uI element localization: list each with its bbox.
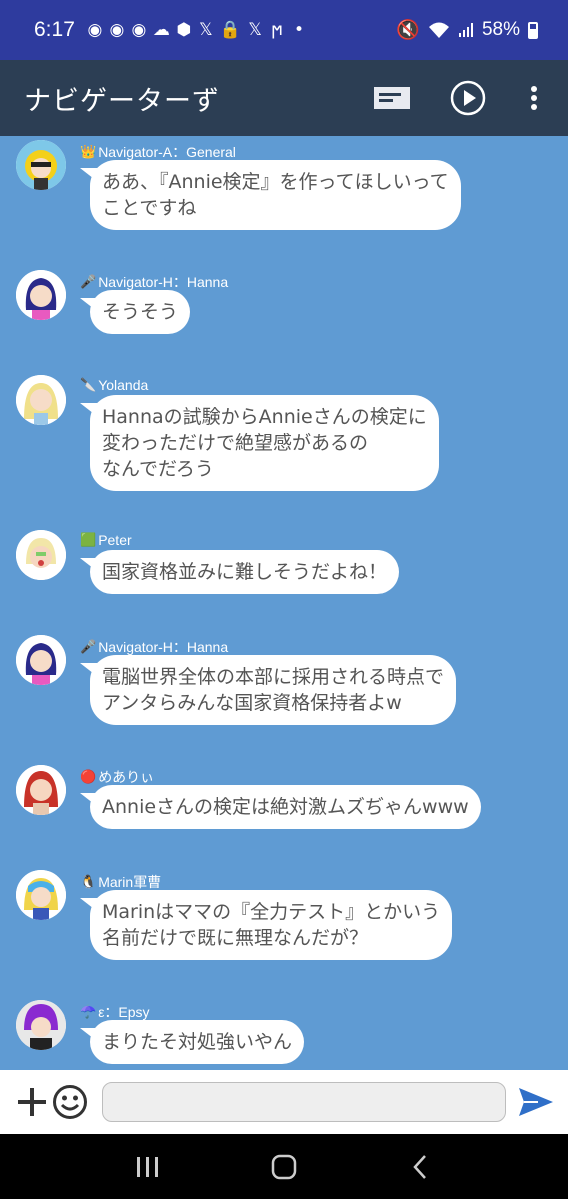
wifi-icon xyxy=(428,22,449,38)
navigator-h-avatar[interactable] xyxy=(16,635,66,685)
epsy-avatar[interactable] xyxy=(16,1000,66,1050)
sender-name: 🎤 Navigator-H：Hanna xyxy=(80,274,229,290)
misskey-icon: ϻ xyxy=(271,20,283,40)
sender-name: ☂️ ε：Epsy xyxy=(80,1004,150,1020)
recents-button[interactable] xyxy=(128,1147,168,1187)
system-nav-bar xyxy=(0,1134,568,1199)
notes-button[interactable] xyxy=(372,78,412,118)
dot-icon: • xyxy=(294,20,305,40)
meari-avatar[interactable] xyxy=(16,765,66,815)
play-button[interactable] xyxy=(448,78,488,118)
discord-icon: ◉ xyxy=(109,20,125,40)
plus-icon xyxy=(18,1088,46,1116)
discord-icon: ◉ xyxy=(87,20,103,40)
attach-button[interactable] xyxy=(14,1082,50,1122)
sender-name: 🟩 Peter xyxy=(80,532,132,548)
more-vert-icon xyxy=(531,86,537,110)
box-icon: ⬢ xyxy=(176,20,192,40)
notes-icon xyxy=(374,87,410,109)
status-bar: 6:17 ◉ ◉ ◉ ☁ ⬢ 𝕏 🔒 𝕏 ϻ • 🔇 58% xyxy=(0,0,568,60)
signal-icon xyxy=(458,23,473,37)
battery-icon xyxy=(528,21,538,39)
navigator-a-avatar[interactable] xyxy=(16,140,66,190)
home-icon xyxy=(271,1154,297,1179)
sender-name: 🔪 Yolanda xyxy=(80,377,149,393)
play-icon xyxy=(450,80,486,116)
mute-icon: 🔇 xyxy=(396,20,420,41)
message-bubble[interactable]: ああ、『Annie検定』を作ってほしいって ことですね xyxy=(90,160,461,230)
discord-icon: ◉ xyxy=(131,20,147,40)
x-icon: 𝕏 xyxy=(248,20,262,40)
message-bubble[interactable]: Marinはママの『全力テスト』とかいう 名前だけで既に無理なんだが？ xyxy=(90,890,453,960)
sender-name: 🎤 Navigator-H：Hanna xyxy=(80,639,229,655)
sender-name: 🐧 Marin軍曹 xyxy=(80,874,162,890)
smiley-icon xyxy=(53,1085,87,1119)
message-bubble[interactable]: Hannaの試験からAnnieさんの検定に 変わっただけで絶望感があるの なんで… xyxy=(90,395,439,491)
back-icon xyxy=(413,1154,426,1179)
composer-bar xyxy=(0,1070,568,1134)
navigator-h-avatar[interactable] xyxy=(16,270,66,320)
lock-icon: 🔒 xyxy=(219,20,242,40)
x-icon: 𝕏 xyxy=(199,20,213,40)
recents-icon xyxy=(137,1156,158,1177)
send-button[interactable] xyxy=(516,1082,556,1122)
sender-name: 👑 Navigator-A：General xyxy=(80,144,236,160)
message-bubble[interactable]: Annieさんの検定は絶対激ムズぢゃんwww xyxy=(90,785,481,829)
battery-percent: 58% xyxy=(481,19,520,40)
app-bar: ナビゲーターず xyxy=(0,60,568,136)
yolanda-avatar[interactable] xyxy=(16,375,66,425)
send-icon xyxy=(519,1088,553,1116)
chat-timeline[interactable]: 👑 Navigator-A：General ああ、『Annie検定』を作ってほしい… xyxy=(0,136,568,1070)
message-bubble[interactable]: 電脳世界全体の本部に採用される時点で アンタらみんな国家資格保持者よw xyxy=(90,655,457,725)
status-time: 6:17 xyxy=(34,18,75,41)
emoji-button[interactable] xyxy=(50,1082,90,1122)
back-button[interactable] xyxy=(400,1147,440,1187)
sender-name: 🔴 めありぃ xyxy=(80,769,155,785)
home-button[interactable] xyxy=(264,1147,304,1187)
message-input[interactable] xyxy=(102,1082,506,1122)
page-title: ナビゲーターず xyxy=(24,85,220,117)
overflow-menu-button[interactable] xyxy=(524,78,544,118)
system-status: 🔇 58% xyxy=(396,18,538,42)
marin-avatar[interactable] xyxy=(16,870,66,920)
message-bubble[interactable]: そうそう xyxy=(90,290,191,334)
cloud-icon: ☁ xyxy=(152,20,170,40)
notification-icons: ◉ ◉ ◉ ☁ ⬢ 𝕏 🔒 𝕏 ϻ • xyxy=(87,20,307,40)
peter-avatar[interactable] xyxy=(16,530,66,580)
message-bubble[interactable]: まりたそ対処強いやん xyxy=(90,1020,305,1064)
message-bubble[interactable]: 国家資格並みに難しそうだよね！ xyxy=(90,550,400,594)
